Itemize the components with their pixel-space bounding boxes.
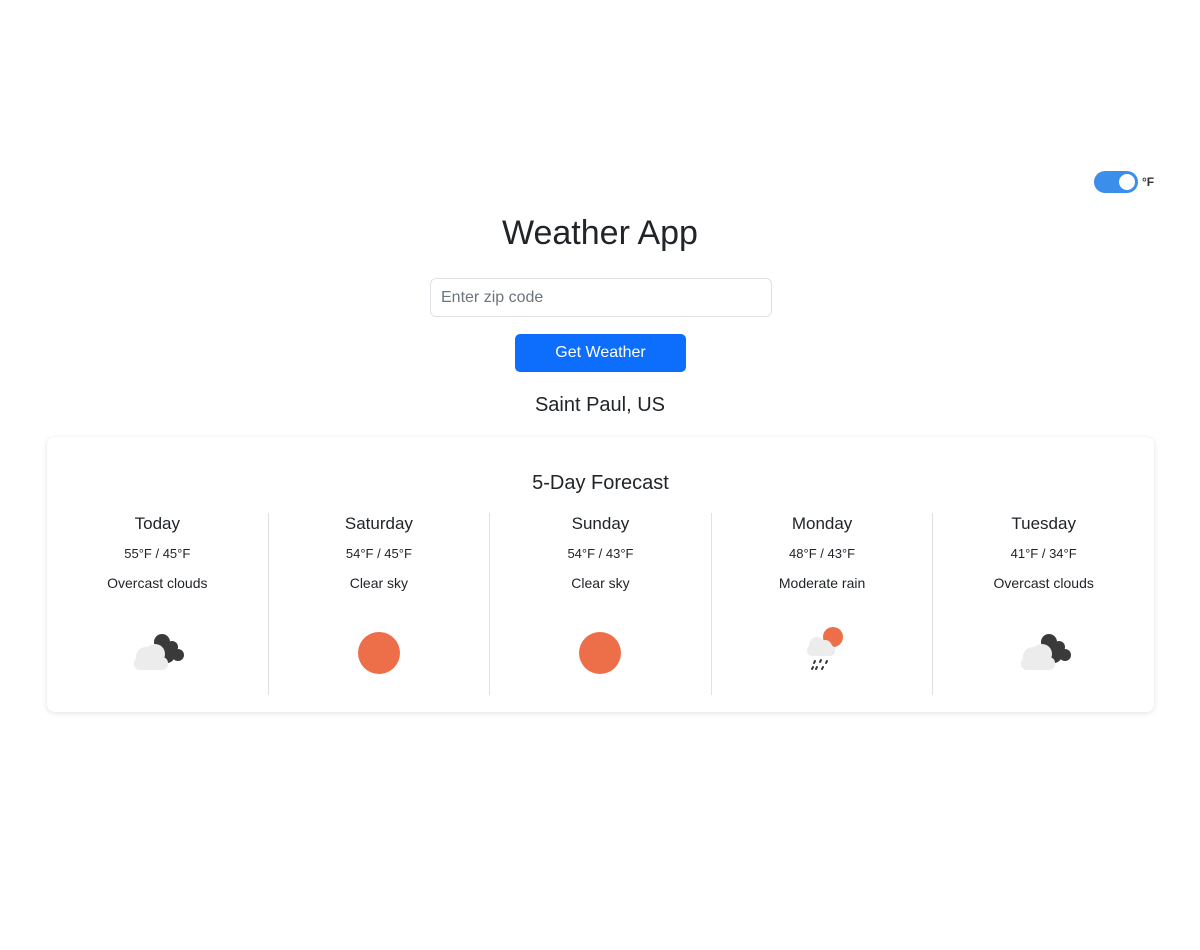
day-name: Today [134, 514, 180, 533]
overcast-clouds-icon [1009, 625, 1079, 675]
unit-toggle[interactable]: °F [1094, 171, 1154, 193]
day-temp: 48°F / 43°F [789, 546, 856, 561]
unit-switch[interactable] [1094, 171, 1138, 193]
forecast-day: Saturday 54°F / 45°F Clear sky [267, 513, 490, 695]
day-desc: Clear sky [349, 575, 409, 591]
forecast-day: Monday 48°F / 43°F Moderate rain [710, 513, 933, 695]
unit-label: °F [1142, 175, 1155, 189]
location-label: Saint Paul, US [534, 394, 666, 416]
switch-knob [1119, 174, 1135, 190]
day-desc: Clear sky [571, 575, 630, 591]
day-temp: 54°F / 45°F [345, 546, 412, 561]
day-name: Sunday [571, 514, 630, 533]
day-temp: 41°F / 34°F [1010, 546, 1077, 561]
page-title: Weather App [502, 214, 698, 252]
day-desc: Overcast clouds [107, 575, 208, 591]
forecast-day: Today 55°F / 45°F Overcast clouds [47, 513, 268, 695]
day-name: Monday [791, 514, 853, 533]
day-name: Tuesday [1011, 514, 1076, 533]
forecast-title: 5-Day Forecast [532, 472, 669, 494]
forecast-card: 5-Day Forecast Today 55°F / 45°F Overcas… [47, 437, 1154, 712]
forecast-day: Tuesday 41°F / 34°F Overcast clouds [932, 513, 1154, 695]
forecast-day: Sunday 54°F / 43°F Clear sky [489, 513, 711, 695]
day-desc: Moderate rain [778, 575, 866, 591]
clear-sky-icon [344, 625, 414, 675]
moderate-rain-icon [787, 625, 857, 675]
day-desc: Overcast clouds [993, 575, 1094, 591]
zip-input[interactable] [430, 278, 772, 317]
overcast-clouds-icon [122, 625, 192, 675]
get-weather-button[interactable]: Get Weather [515, 334, 686, 372]
forecast-days: Today 55°F / 45°F Overcast clouds Saturd… [47, 513, 1154, 695]
day-name: Saturday [344, 514, 413, 533]
day-temp: 55°F / 45°F [124, 546, 191, 561]
clear-sky-icon [565, 625, 635, 675]
day-temp: 54°F / 43°F [567, 546, 634, 561]
